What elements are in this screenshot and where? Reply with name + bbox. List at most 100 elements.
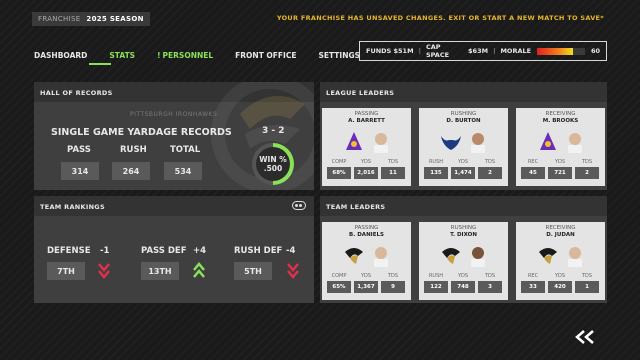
win-percentage-ring: WIN % .500 [252, 143, 294, 185]
stat-value: 1,367 [354, 281, 378, 293]
win-percentage-label: WIN % [259, 155, 287, 164]
morale-meter [537, 47, 585, 55]
panel-title: LEAGUE LEADERS [320, 82, 607, 102]
franchise-label: FRANCHISE [38, 15, 81, 23]
tab-personnel[interactable]: ! PERSONNEL [157, 51, 213, 60]
stat-value: 721 [548, 167, 572, 179]
records-subtitle: SINGLE GAME YARDAGE RECORDS [51, 127, 232, 138]
stat-label: TDS [581, 159, 593, 165]
cap-space-label: CAP SPACE [425, 43, 450, 59]
tab-front-office[interactable]: FRONT OFFICE [235, 51, 296, 60]
tab-stats-label: STATS [109, 51, 136, 60]
panel-title: TEAM LEADERS [320, 196, 607, 216]
tab-dashboard-label: DASHBOARD [34, 51, 88, 60]
stat-value: 122 [424, 281, 448, 293]
leader-category: PASSING [354, 111, 379, 117]
stat-label: TDS [387, 273, 399, 279]
leader-category: PASSING [354, 225, 379, 231]
stat-value: 65% [327, 281, 351, 293]
separator: | [493, 47, 496, 55]
stat-label: YDS [360, 159, 372, 165]
stat-label: YDS [360, 273, 372, 279]
stat-label: TDS [484, 273, 496, 279]
tab-front-office-label: FRONT OFFICE [235, 51, 297, 60]
wizard-logo-icon [540, 132, 556, 150]
player-avatar [471, 247, 485, 267]
tab-stats[interactable]: STATS [109, 51, 135, 60]
team-rankings-panel: TEAM RANKINGS DEFENSE -1 7TH PASS DEF +4… [34, 196, 314, 303]
morale-label: MORALE [500, 47, 532, 55]
stat-value: 68% [327, 167, 351, 179]
unsaved-changes-notice: YOUR FRANCHISE HAS UNSAVED CHANGES. EXIT… [276, 14, 604, 22]
active-tab-underline [89, 63, 111, 65]
tab-personnel-label: PERSONNEL [162, 51, 214, 60]
leader-name: A. BARRETT [348, 118, 385, 124]
alert-icon: ! [157, 51, 161, 60]
team-leader-card-receiving[interactable]: RECEIVING D. JUDAN REC YDS TDS 33 420 1 [516, 222, 605, 300]
player-avatar [374, 133, 388, 153]
leader-name: M. BROOKS [542, 118, 579, 124]
stat-value: 9 [381, 281, 405, 293]
controller-toggle-icon[interactable] [292, 201, 306, 210]
stat-value: 2 [575, 167, 599, 179]
leader-category: RUSHING [450, 111, 477, 117]
trend-down-icon [287, 263, 299, 279]
ranking-label: PASS DEF [141, 246, 187, 256]
leader-name: D. JUDAN [546, 232, 575, 238]
pass-record-value: 314 [61, 162, 99, 180]
panel-title: TEAM RANKINGS [34, 196, 314, 216]
leader-category: RECEIVING [545, 111, 576, 117]
leader-category: RUSHING [450, 225, 477, 231]
stat-value: 420 [548, 281, 572, 293]
team-leader-card-rushing[interactable]: RUSHING T. DIXON RUSH YDS TDS 122 748 3 [419, 222, 508, 300]
stat-value: 33 [521, 281, 545, 293]
trend-down-icon [98, 263, 110, 279]
ranking-value: 7TH [47, 262, 85, 280]
win-percentage-value: .500 [263, 164, 283, 173]
total-label: TOTAL [170, 145, 201, 155]
rush-label: RUSH [120, 145, 147, 155]
stat-value: 135 [424, 167, 448, 179]
funds-label: FUNDS [366, 47, 392, 55]
stat-value: 2 [478, 167, 502, 179]
total-record-value: 534 [164, 162, 202, 180]
stat-value: 1 [575, 281, 599, 293]
season-badge: FRANCHISE 2025 SEASON [32, 12, 150, 26]
stat-value: 3 [478, 281, 502, 293]
stat-label: TDS [387, 159, 399, 165]
rush-record-value: 264 [112, 162, 150, 180]
main-nav: DASHBOARD STATS ! PERSONNEL FRONT OFFICE … [34, 51, 382, 65]
ranking-label: DEFENSE [47, 246, 91, 256]
ranking-delta: -1 [100, 246, 110, 256]
ranking-delta: -4 [286, 246, 296, 256]
trend-up-icon [193, 262, 205, 278]
player-avatar [471, 133, 485, 153]
leader-name: T. DIXON [450, 232, 477, 238]
tab-settings[interactable]: SETTINGS [318, 51, 360, 60]
leader-name: B. DANIELS [349, 232, 384, 238]
stat-label: YDS [457, 159, 469, 165]
ranking-value: 5TH [234, 262, 272, 280]
stat-value: 2,016 [354, 167, 378, 179]
win-loss-record: 3 - 2 [262, 126, 285, 136]
player-avatar [568, 247, 582, 267]
stat-label: YDS [457, 273, 469, 279]
tab-dashboard[interactable]: DASHBOARD [34, 51, 87, 60]
leader-category: RECEIVING [545, 225, 576, 231]
leader-card-rushing[interactable]: RUSHING D. BURTON RUSH YDS TDS 135 1,474… [419, 108, 508, 186]
stat-value: 748 [451, 281, 475, 293]
leader-card-passing[interactable]: PASSING A. BARRETT COMP YDS TDS 68% 2,01… [322, 108, 411, 186]
ranking-value: 13TH [141, 262, 179, 280]
leader-card-receiving[interactable]: RECEIVING M. BROOKS REC YDS TDS 45 721 2 [516, 108, 605, 186]
back-double-chevron-icon[interactable] [574, 330, 596, 344]
team-leader-card-passing[interactable]: PASSING B. DANIELS COMP YDS TDS 65% 1,36… [322, 222, 411, 300]
funds-value: $51M [393, 47, 414, 55]
hawk-logo-icon [345, 248, 363, 264]
finances-bar: FUNDS $51M | CAP SPACE $63M | MORALE 60 [359, 41, 607, 61]
stat-label: REC [527, 159, 539, 165]
bull-logo-icon [441, 136, 461, 150]
stat-label: COMP [331, 273, 347, 279]
stat-label: RUSH [428, 273, 444, 279]
stat-value: 11 [381, 167, 405, 179]
stat-value: 45 [521, 167, 545, 179]
